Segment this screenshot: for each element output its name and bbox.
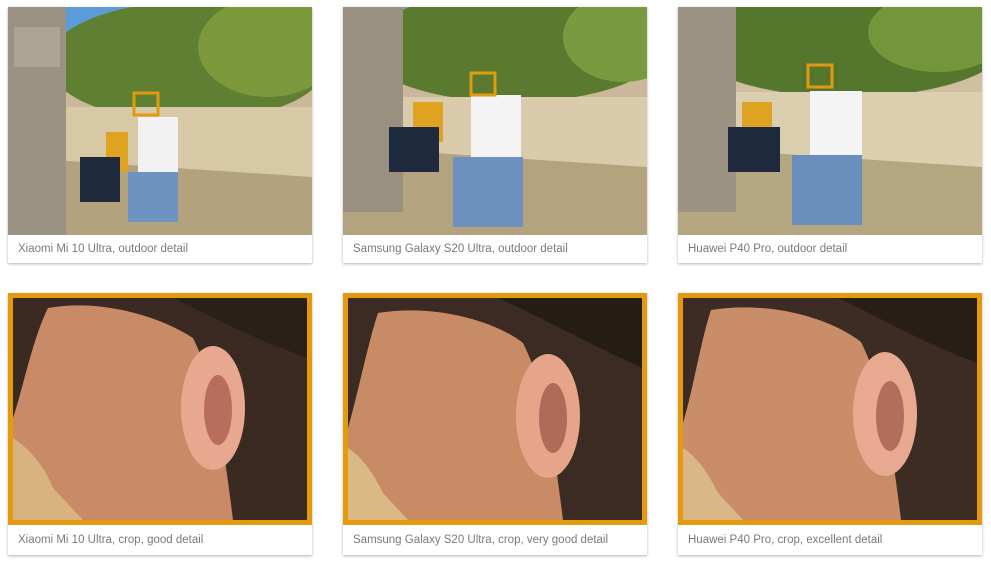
- outdoor-scene-image: [678, 7, 982, 235]
- outdoor-scene-image: [8, 7, 312, 235]
- crop-card-huawei[interactable]: Huawei P40 Pro, crop, excellent detail: [678, 293, 982, 555]
- outdoor-photo-xiaomi[interactable]: [8, 7, 312, 235]
- photo-caption: Samsung Galaxy S20 Ultra, crop, very goo…: [353, 534, 609, 546]
- outdoor-card-xiaomi[interactable]: Xiaomi Mi 10 Ultra, outdoor detail: [8, 7, 312, 263]
- crop-card-xiaomi[interactable]: Xiaomi Mi 10 Ultra, crop, good detail: [8, 293, 312, 555]
- ear-crop-image: [348, 298, 642, 520]
- photo-caption: Samsung Galaxy S20 Ultra, outdoor detail: [353, 243, 568, 255]
- outdoor-card-samsung[interactable]: Samsung Galaxy S20 Ultra, outdoor detail: [343, 7, 647, 263]
- crop-photo-huawei[interactable]: [678, 293, 982, 525]
- ear-crop-image: [13, 298, 307, 520]
- outdoor-photo-samsung[interactable]: [343, 7, 647, 235]
- photo-caption: Huawei P40 Pro, crop, excellent detail: [688, 534, 883, 546]
- outdoor-scene-image: [343, 7, 647, 235]
- photo-caption: Xiaomi Mi 10 Ultra, crop, good detail: [18, 534, 204, 546]
- photo-caption: Xiaomi Mi 10 Ultra, outdoor detail: [18, 243, 189, 255]
- crop-photo-xiaomi[interactable]: [8, 293, 312, 525]
- ear-crop-image: [683, 298, 977, 520]
- outdoor-photo-huawei[interactable]: [678, 7, 982, 235]
- crop-photo-samsung[interactable]: [343, 293, 647, 525]
- crop-card-samsung[interactable]: Samsung Galaxy S20 Ultra, crop, very goo…: [343, 293, 647, 555]
- photo-caption: Huawei P40 Pro, outdoor detail: [688, 243, 848, 255]
- outdoor-card-huawei[interactable]: Huawei P40 Pro, outdoor detail: [678, 7, 982, 263]
